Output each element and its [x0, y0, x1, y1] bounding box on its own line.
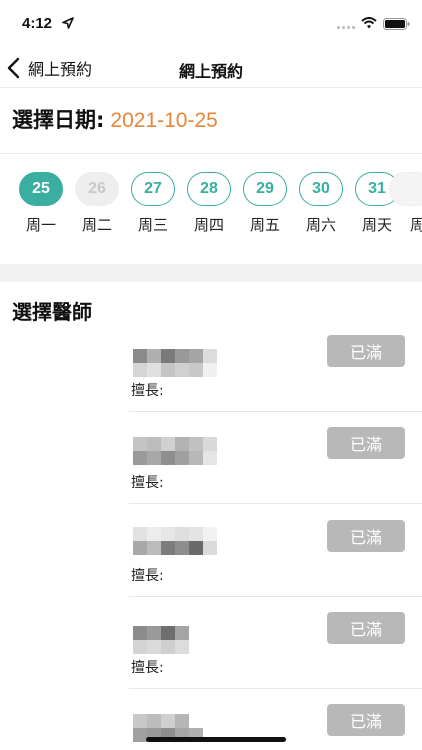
weekday-label: 周五: [249, 216, 280, 234]
weekday-label: 周一: [25, 216, 56, 234]
signal-icon: [337, 26, 355, 29]
section-separator: [0, 264, 422, 282]
doctor-card[interactable]: 擅長: 已滿: [129, 505, 422, 597]
weekday-label: 周二: [81, 216, 112, 234]
doctor-card[interactable]: 擅長: 已滿: [129, 412, 422, 504]
day-number: [389, 172, 422, 206]
wifi-icon: [361, 17, 377, 29]
day-number: 28: [187, 172, 231, 206]
fully-booked-button[interactable]: 已滿: [327, 335, 405, 367]
fully-booked-button[interactable]: 已滿: [327, 612, 405, 644]
day-number: 27: [131, 172, 175, 206]
specialty-label: 擅長:: [131, 660, 164, 676]
battery-icon: [383, 18, 410, 30]
specialty-label: 擅長:: [131, 475, 164, 491]
page-title: 網上預約: [178, 62, 243, 81]
day-item[interactable]: 28 周四: [181, 172, 237, 235]
selected-date: 2021-10-25: [110, 109, 218, 132]
weekday-label: 周六: [305, 216, 336, 234]
day-picker[interactable]: 25 周一 26 周二 27 周三 28 周四 29 周五 30 周六 31 周…: [0, 172, 422, 242]
navigation-bar: 網上預約 網上預約: [0, 46, 422, 88]
weekday-label: 周四: [193, 216, 224, 234]
specialty-label: 擅長:: [131, 383, 164, 399]
date-header: 選擇日期: 2021-10-25: [12, 104, 218, 134]
day-item[interactable]: 27 周三: [125, 172, 181, 235]
specialty-label: 擅長:: [131, 568, 164, 584]
doctor-card[interactable]: 擅長: 已滿: [129, 320, 422, 412]
weekday-label: 周三: [137, 216, 168, 234]
day-item: 26 周二: [69, 172, 125, 235]
weekday-label: 周: [409, 216, 422, 234]
date-label: 選擇日期:: [12, 108, 105, 132]
day-number: 30: [299, 172, 343, 206]
day-item[interactable]: 30 周六: [293, 172, 349, 235]
day-number: 29: [243, 172, 287, 206]
divider: [0, 153, 422, 154]
doctors-section-title: 選擇醫師: [12, 300, 92, 324]
doctor-card[interactable]: 擅長: 已滿: [129, 597, 422, 689]
blurred-doctor-name: [133, 626, 217, 654]
blurred-doctor-name: [133, 527, 217, 555]
day-item[interactable]: 29 周五: [237, 172, 293, 235]
day-item[interactable]: 25 周一: [13, 172, 69, 235]
day-number: 25: [19, 172, 63, 206]
blurred-doctor-name: [133, 437, 217, 465]
fully-booked-button[interactable]: 已滿: [327, 704, 405, 736]
fully-booked-button[interactable]: 已滿: [327, 427, 405, 459]
blurred-doctor-name: [133, 349, 217, 377]
day-number: 26: [75, 172, 119, 206]
location-arrow-icon: [62, 17, 74, 29]
status-time: 4:12: [22, 15, 53, 32]
fully-booked-button[interactable]: 已滿: [327, 520, 405, 552]
home-indicator: [146, 737, 286, 742]
status-bar: 4:12: [0, 0, 422, 46]
day-item[interactable]: 周: [383, 172, 422, 235]
